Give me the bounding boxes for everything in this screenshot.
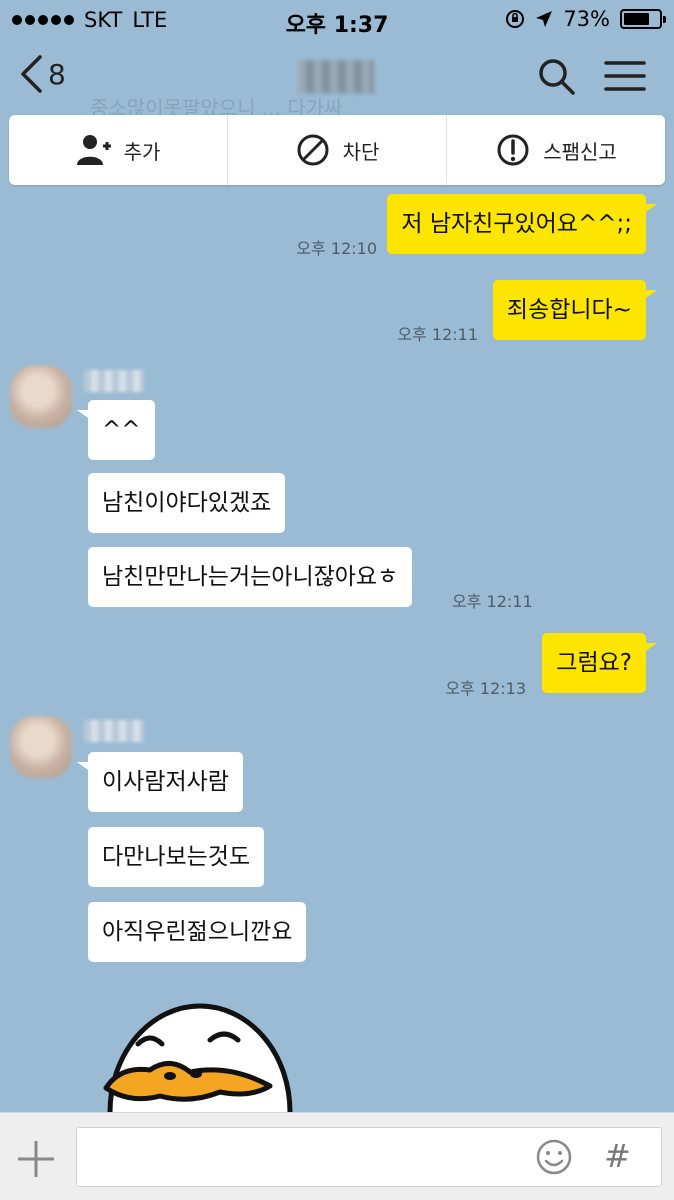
message-time: 오후 12:13 [445, 679, 526, 698]
battery-percent: 73% [563, 7, 610, 31]
status-bar: SKT LTE 오후 1:37 73% [0, 0, 674, 38]
my-message-bubble[interactable]: 저 남자친구있어요^^;; [387, 194, 657, 254]
their-message-bubble[interactable]: 남친이야다있겠죠 [88, 473, 286, 533]
hash-search-button[interactable]: # [604, 1137, 631, 1175]
block-icon [297, 134, 329, 166]
menu-icon[interactable] [604, 58, 646, 94]
chevron-left-icon [21, 55, 42, 93]
message-time: 오후 12:11 [452, 592, 533, 611]
sender-name-blurred [84, 370, 144, 392]
friend-action-bar: 추가 차단 스팸신고 [9, 115, 665, 185]
message-input[interactable] [76, 1127, 662, 1187]
add-friend-label: 추가 [123, 139, 161, 164]
emoji-icon[interactable] [535, 1138, 573, 1176]
status-right: 73% [505, 7, 666, 31]
avatar[interactable] [10, 716, 72, 778]
report-icon [497, 134, 529, 166]
their-message-bubble[interactable]: 다만나보는것도 [88, 827, 265, 887]
back-button[interactable]: 8 [18, 54, 66, 94]
search-icon[interactable] [536, 56, 576, 96]
add-friend-button[interactable]: 추가 [9, 115, 228, 185]
their-message-bubble[interactable]: 이사람저사람 [77, 752, 243, 812]
their-message-bubble[interactable]: 아직우린젊으니깐요 [88, 902, 307, 962]
their-message-bubble[interactable]: 남친만만나는거는아니잖아요ㅎ [88, 547, 413, 607]
their-message-bubble[interactable]: ^^ [77, 400, 155, 460]
my-message-bubble[interactable]: 그럼요? [542, 633, 657, 693]
rotation-lock-icon [506, 10, 525, 28]
add-friend-icon [76, 135, 111, 165]
unread-count: 8 [48, 57, 66, 91]
sender-name-blurred [84, 720, 144, 742]
plus-icon[interactable] [14, 1137, 58, 1181]
message-time: 오후 12:10 [296, 239, 377, 258]
block-button[interactable]: 차단 [228, 115, 447, 185]
my-message-bubble[interactable]: 죄송합니다~ [492, 280, 658, 340]
location-arrow-icon [536, 11, 553, 27]
report-spam-button[interactable]: 스팸신고 [447, 115, 665, 185]
message-time: 오후 12:11 [397, 325, 478, 344]
duck-emoticon[interactable] [100, 1000, 300, 1112]
block-label: 차단 [342, 139, 380, 164]
avatar[interactable] [10, 366, 72, 428]
battery-icon [620, 9, 666, 29]
chat-title-blurred [298, 60, 374, 94]
message-input-bar: # [0, 1112, 674, 1200]
battery-fill [624, 13, 649, 25]
report-spam-label: 스팸신고 [543, 139, 617, 164]
